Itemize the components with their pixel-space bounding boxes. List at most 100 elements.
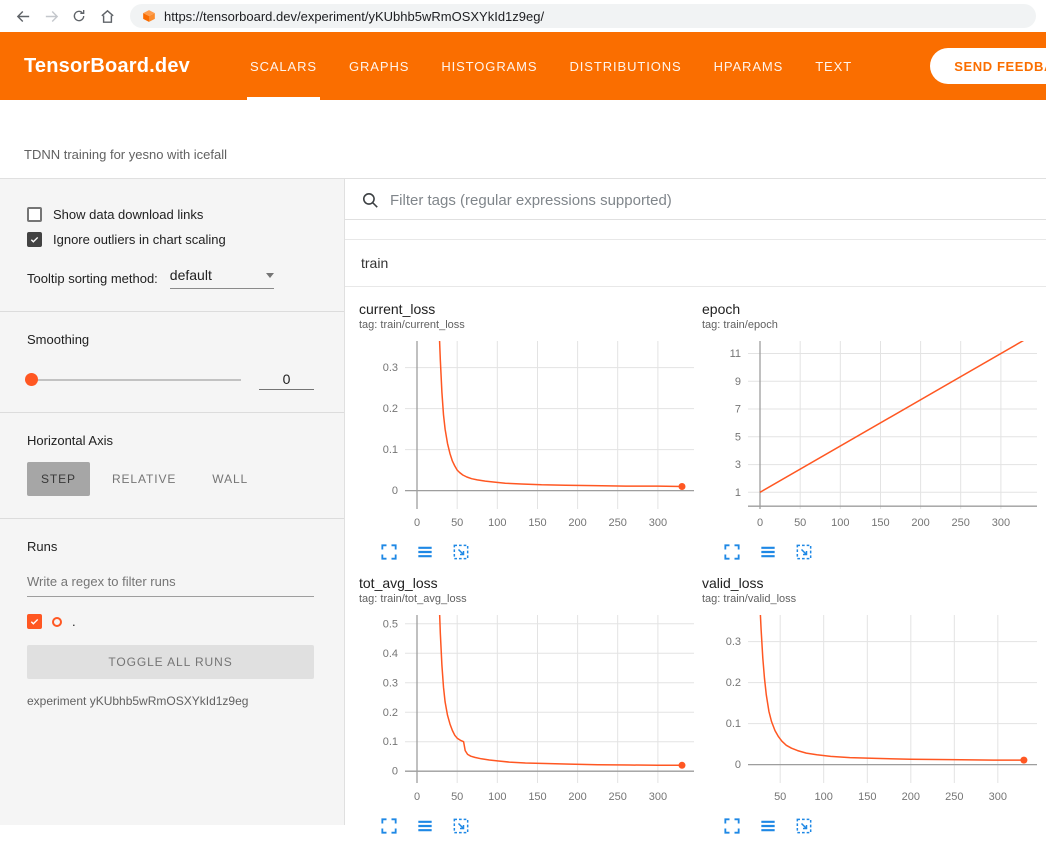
fullscreen-icon (379, 816, 399, 836)
data-list-button[interactable] (415, 542, 435, 562)
axis-step-button[interactable]: STEP (27, 462, 90, 496)
experiment-strip: TDNN training for yesno with icefall (0, 100, 1046, 178)
run-name: . (72, 614, 76, 629)
fit-domain-icon (794, 542, 814, 562)
smoothing-label: Smoothing (27, 332, 314, 347)
tab-text[interactable]: TEXT (799, 32, 868, 100)
chart-actions (379, 816, 702, 836)
run-filter-input[interactable] (27, 567, 314, 597)
svg-text:0.1: 0.1 (383, 736, 398, 748)
data-list-icon (758, 816, 778, 836)
chart-plot-epoch[interactable]: 0501001502002503001357911 (702, 336, 1045, 536)
svg-text:0.3: 0.3 (383, 677, 398, 689)
svg-text:0.2: 0.2 (726, 677, 741, 689)
experiment-id-line: experiment yKUbhb5wRmOSXYkId1z9eg (27, 694, 314, 708)
smoothing-slider[interactable] (27, 379, 241, 381)
fit-domain-button[interactable] (794, 542, 814, 562)
nav-tabs: SCALARS GRAPHS HISTOGRAMS DISTRIBUTIONS … (234, 32, 868, 100)
smoothing-value-input[interactable] (259, 369, 314, 390)
chart-title: epoch (702, 300, 1045, 318)
fit-domain-icon (451, 816, 471, 836)
svg-text:150: 150 (858, 791, 876, 803)
svg-text:250: 250 (609, 791, 627, 803)
svg-text:50: 50 (774, 791, 786, 803)
svg-text:150: 150 (871, 517, 889, 529)
svg-text:5: 5 (735, 431, 741, 443)
data-list-icon (415, 542, 435, 562)
fit-domain-button[interactable] (451, 816, 471, 836)
tab-scalars[interactable]: SCALARS (234, 32, 333, 100)
chart-card-epoch: epoch tag: train/epoch 05010015020025030… (702, 300, 1045, 562)
data-list-button[interactable] (758, 816, 778, 836)
chart-tag: tag: train/current_loss (359, 318, 702, 333)
tooltip-sorting-select[interactable]: default (170, 267, 274, 289)
chart-title: tot_avg_loss (359, 574, 702, 592)
toggle-all-runs-button[interactable]: TOGGLE ALL RUNS (27, 645, 314, 679)
svg-text:0.2: 0.2 (383, 707, 398, 719)
svg-text:0.1: 0.1 (726, 718, 741, 730)
tab-graphs[interactable]: GRAPHS (333, 32, 425, 100)
chart-plot-valid-loss[interactable]: 5010015020025030000.10.20.3 (702, 610, 1045, 810)
checkbox-unchecked-icon (27, 207, 42, 222)
tag-filter-input[interactable] (390, 187, 1046, 214)
tooltip-sorting-label: Tooltip sorting method: (27, 271, 158, 286)
category-train-header[interactable]: train (345, 239, 1046, 287)
fullscreen-button[interactable] (722, 816, 742, 836)
fit-domain-icon (794, 816, 814, 836)
chart-actions (379, 542, 702, 562)
fullscreen-icon (379, 542, 399, 562)
axis-wall-button[interactable]: WALL (198, 462, 262, 496)
back-button[interactable] (10, 3, 36, 29)
svg-text:150: 150 (528, 791, 546, 803)
tensorboard-page: { "colors": { "header_orange": "#fa6e00"… (0, 0, 1046, 825)
svg-text:250: 250 (945, 791, 963, 803)
tag-filter-row (345, 179, 1046, 220)
chart-plot-current-loss[interactable]: 05010015020025030000.10.20.3 (359, 336, 702, 536)
svg-text:0.5: 0.5 (383, 618, 398, 630)
ignore-outliers-label: Ignore outliers in chart scaling (53, 232, 226, 247)
tensorboard-header: TensorBoard.dev SCALARS GRAPHS HISTOGRAM… (0, 32, 1046, 100)
run-list-item[interactable]: . (27, 614, 314, 629)
svg-text:0: 0 (735, 759, 741, 771)
fullscreen-button[interactable] (722, 542, 742, 562)
tab-distributions[interactable]: DISTRIBUTIONS (553, 32, 697, 100)
data-list-button[interactable] (758, 542, 778, 562)
svg-text:50: 50 (451, 517, 463, 529)
chevron-down-icon (266, 273, 274, 278)
home-button[interactable] (94, 3, 120, 29)
ignore-outliers-row[interactable]: Ignore outliers in chart scaling (27, 232, 314, 247)
tab-hparams[interactable]: HPARAMS (698, 32, 800, 100)
fit-domain-button[interactable] (794, 816, 814, 836)
svg-text:0.3: 0.3 (383, 362, 398, 374)
slider-knob[interactable] (25, 373, 38, 386)
svg-text:200: 200 (902, 791, 920, 803)
svg-text:300: 300 (989, 791, 1007, 803)
svg-text:7: 7 (735, 404, 741, 416)
svg-text:0.3: 0.3 (726, 636, 741, 648)
svg-text:11: 11 (730, 348, 741, 360)
svg-text:9: 9 (735, 376, 741, 388)
fullscreen-button[interactable] (379, 816, 399, 836)
forward-button[interactable] (38, 3, 64, 29)
refresh-button[interactable] (66, 3, 92, 29)
chart-tag: tag: train/valid_loss (702, 592, 1045, 607)
fit-domain-button[interactable] (451, 542, 471, 562)
chart-plot-tot-avg-loss[interactable]: 05010015020025030000.10.20.30.40.5 (359, 610, 702, 810)
data-list-button[interactable] (415, 816, 435, 836)
send-feedback-button[interactable]: SEND FEEDBACK (930, 48, 1046, 84)
svg-text:1: 1 (735, 487, 741, 499)
svg-text:250: 250 (609, 517, 627, 529)
run-checkbox-icon[interactable] (27, 614, 42, 629)
svg-text:0: 0 (414, 517, 420, 529)
axis-relative-button[interactable]: RELATIVE (98, 462, 190, 496)
show-download-links-row[interactable]: Show data download links (27, 207, 314, 222)
svg-text:50: 50 (794, 517, 806, 529)
svg-text:50: 50 (451, 791, 463, 803)
fullscreen-button[interactable] (379, 542, 399, 562)
charts-grid: current_loss tag: train/current_loss 050… (345, 287, 1046, 848)
checkbox-checked-icon (27, 232, 42, 247)
svg-text:250: 250 (952, 517, 970, 529)
url-bar[interactable]: https://tensorboard.dev/experiment/yKUbh… (130, 4, 1036, 28)
tab-histograms[interactable]: HISTOGRAMS (425, 32, 553, 100)
svg-text:200: 200 (911, 517, 929, 529)
